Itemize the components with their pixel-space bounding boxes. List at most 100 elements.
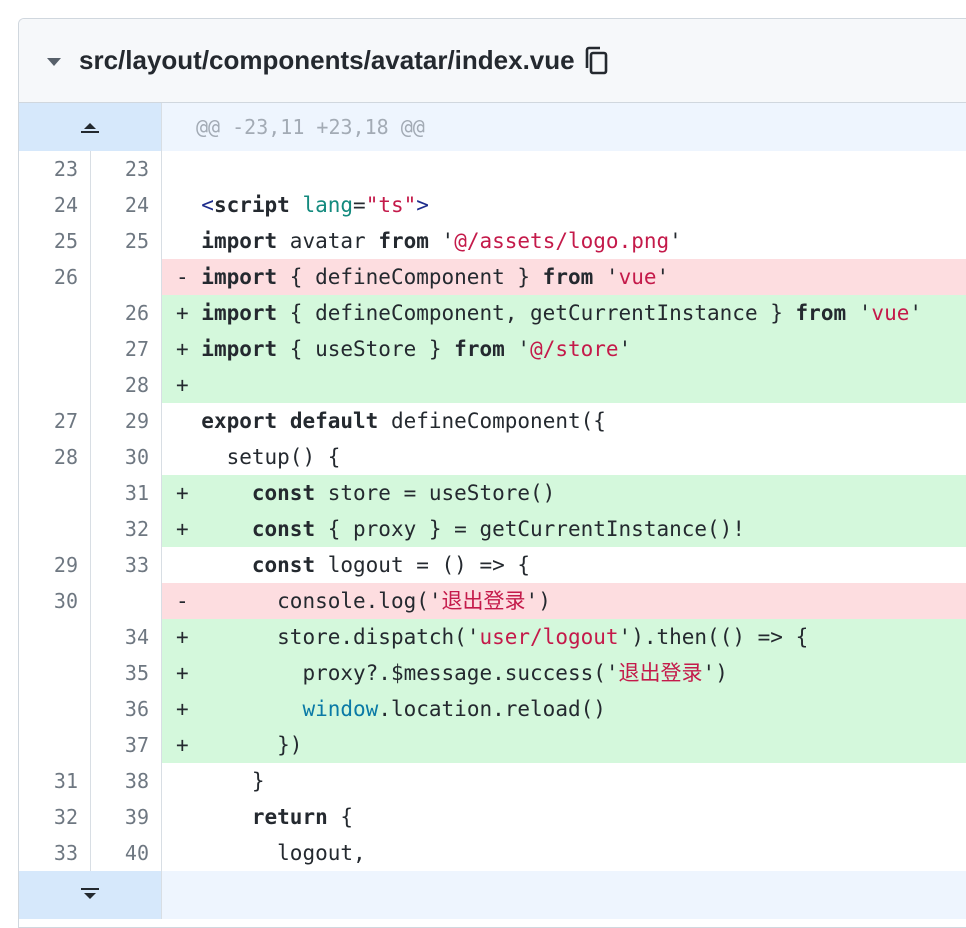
diff-line-ctx: 27 29 export default defineComponent({ <box>19 403 966 439</box>
diff-line-ctx: 23 23 <box>19 151 966 187</box>
code-line: + proxy?.$message.success('退出登录') <box>162 655 966 691</box>
old-line-number[interactable] <box>19 475 91 511</box>
old-line-number[interactable]: 23 <box>19 151 91 187</box>
new-line-number[interactable]: 34 <box>91 619 162 655</box>
diff-sign <box>176 157 201 181</box>
diff-sign: + <box>176 625 202 649</box>
code-line: export default defineComponent({ <box>162 403 966 439</box>
diff-sign <box>176 805 201 829</box>
code-text: return { <box>251 805 354 829</box>
old-line-number[interactable]: 24 <box>19 187 91 223</box>
code-line: import avatar from '@/assets/logo.png' <box>162 223 966 259</box>
diff-sign <box>176 445 201 469</box>
old-line-number[interactable] <box>19 655 91 691</box>
diff-line-ctx: 25 25 import avatar from '@/assets/logo.p… <box>19 223 966 259</box>
new-line-number[interactable] <box>91 583 162 619</box>
expand-down-button[interactable] <box>19 871 162 919</box>
code-text: const { proxy } = getCurrentInstance()! <box>251 517 745 541</box>
expand-down-icon <box>81 888 99 899</box>
old-line-number[interactable]: 32 <box>19 799 91 835</box>
hunk-header: @@ -23,11 +23,18 @@ <box>162 103 966 151</box>
old-line-number[interactable] <box>19 691 91 727</box>
diff-file: src/layout/components/avatar/index.vue @… <box>18 18 966 928</box>
diff-line-add: 35 + proxy?.$message.success('退出登录') <box>19 655 966 691</box>
diff-line-add: 36 + window.location.reload() <box>19 691 966 727</box>
new-line-number[interactable]: 24 <box>91 187 162 223</box>
old-line-number[interactable]: 27 <box>19 403 91 439</box>
new-line-number[interactable]: 28 <box>91 367 162 403</box>
old-line-number[interactable] <box>19 727 91 763</box>
diff-sign <box>176 193 201 217</box>
new-line-number[interactable]: 31 <box>91 475 162 511</box>
old-line-number[interactable] <box>19 367 91 403</box>
old-line-number[interactable] <box>19 619 91 655</box>
old-line-number[interactable]: 30 <box>19 583 91 619</box>
code-line: } <box>162 763 966 799</box>
expand-up-icon <box>81 123 99 133</box>
diff-line-add: 31 + const store = useStore() <box>19 475 966 511</box>
new-line-number[interactable]: 35 <box>91 655 162 691</box>
new-line-number[interactable]: 40 <box>91 835 162 871</box>
new-line-number[interactable] <box>91 259 162 295</box>
hunk-footer <box>162 871 966 919</box>
new-line-number[interactable]: 33 <box>91 547 162 583</box>
new-line-number[interactable]: 23 <box>91 151 162 187</box>
new-line-number[interactable]: 36 <box>91 691 162 727</box>
new-line-number[interactable]: 29 <box>91 403 162 439</box>
code-line: + store.dispatch('user/logout').then(() … <box>162 619 966 655</box>
new-line-number[interactable]: 30 <box>91 439 162 475</box>
code-line: + window.location.reload() <box>162 691 966 727</box>
diff-sign: + <box>176 733 202 757</box>
code-line: const logout = () => { <box>162 547 966 583</box>
diff-sign: + <box>176 373 202 397</box>
diff-line-del: 30 - console.log('退出登录') <box>19 583 966 619</box>
old-line-number[interactable]: 26 <box>19 259 91 295</box>
old-line-number[interactable]: 29 <box>19 547 91 583</box>
code-text: import { defineComponent, getCurrentInst… <box>201 301 923 325</box>
old-line-number[interactable]: 31 <box>19 763 91 799</box>
old-line-number[interactable] <box>19 511 91 547</box>
code-line: <script lang="ts"> <box>162 187 966 223</box>
old-line-number[interactable]: 33 <box>19 835 91 871</box>
diff-line-ctx: 33 40 logout, <box>19 835 966 871</box>
code-text: import { defineComponent } from 'vue' <box>201 265 670 289</box>
diff-sign: + <box>176 697 202 721</box>
diff-sign <box>176 553 201 577</box>
file-header: src/layout/components/avatar/index.vue <box>19 19 966 103</box>
expand-up-button[interactable] <box>19 103 162 151</box>
code-text: const store = useStore() <box>251 481 556 505</box>
new-line-number[interactable]: 38 <box>91 763 162 799</box>
code-text: }) <box>201 733 303 757</box>
code-text: <script lang="ts"> <box>201 193 429 217</box>
diff-line-ctx: 29 33 const logout = () => { <box>19 547 966 583</box>
diff-line-add: 32 + const { proxy } = getCurrentInstance… <box>19 511 966 547</box>
old-line-number[interactable]: 25 <box>19 223 91 259</box>
old-line-number[interactable] <box>19 295 91 331</box>
code-line: + const { proxy } = getCurrentInstance()… <box>162 511 966 547</box>
diff-sign: + <box>176 337 202 361</box>
file-path[interactable]: src/layout/components/avatar/index.vue <box>79 45 575 76</box>
new-line-number[interactable]: 37 <box>91 727 162 763</box>
code-text: proxy?.$message.success('退出登录') <box>201 661 728 685</box>
diff-line-add: 34 + store.dispatch('user/logout').then((… <box>19 619 966 655</box>
new-line-number[interactable]: 32 <box>91 511 162 547</box>
new-line-number[interactable]: 27 <box>91 331 162 367</box>
code-text: import avatar from '@/assets/logo.png' <box>201 229 682 253</box>
diff-sign: + <box>176 481 202 505</box>
diff-table: @@ -23,11 +23,18 @@ 23 23 24 24 <script la… <box>19 103 966 919</box>
new-line-number[interactable]: 26 <box>91 295 162 331</box>
code-text: setup() { <box>201 445 341 469</box>
code-text: logout, <box>201 841 366 865</box>
diff-sign: + <box>176 661 202 685</box>
old-line-number[interactable] <box>19 331 91 367</box>
code-line: logout, <box>162 835 966 871</box>
diff-sign <box>176 841 201 865</box>
code-text: store.dispatch('user/logout').then(() =>… <box>201 625 809 649</box>
new-line-number[interactable]: 25 <box>91 223 162 259</box>
new-line-number[interactable]: 39 <box>91 799 162 835</box>
diff-line-del: 26 - import { defineComponent } from 'vue… <box>19 259 966 295</box>
code-line: - import { defineComponent } from 'vue' <box>162 259 966 295</box>
old-line-number[interactable]: 28 <box>19 439 91 475</box>
copy-icon[interactable] <box>583 46 611 76</box>
chevron-down-icon[interactable] <box>47 57 61 66</box>
